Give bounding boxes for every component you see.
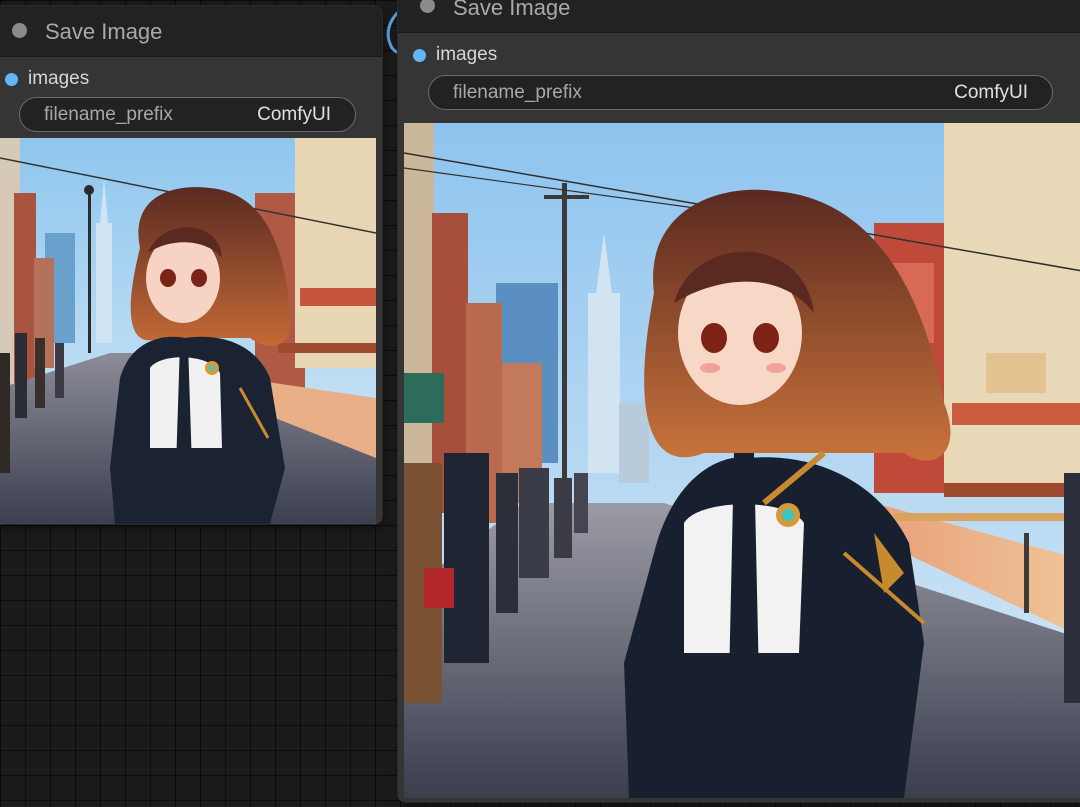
widget-value: ComfyUI [954,82,1028,103]
widget-value: ComfyUI [257,104,331,125]
widget-name-label: filename_prefix [453,82,582,103]
image-preview[interactable] [0,138,376,524]
generated-anime-girl-street-image [404,123,1080,798]
node-title: Save Image [45,19,163,44]
input-slot-label: images [28,68,90,89]
image-preview[interactable] [404,123,1080,798]
input-slot-dot-icon[interactable] [413,49,426,62]
filename-prefix-widget[interactable]: filename_prefix ComfyUI [428,75,1053,110]
collapse-toggle-icon[interactable] [420,0,435,13]
node-title-bar[interactable]: Save Image [398,0,1080,33]
collapse-toggle-icon[interactable] [12,23,27,38]
save-image-node-left[interactable]: Save Image images filename_prefix ComfyU… [0,6,382,524]
node-title-bar[interactable]: Save Image [0,6,382,57]
generated-anime-girl-street-image [0,138,376,524]
node-title: Save Image [453,0,571,20]
input-slot-dot-icon[interactable] [5,73,18,86]
save-image-node-right[interactable]: Save Image images filename_prefix ComfyU… [398,0,1080,802]
input-slot-label: images [436,44,498,65]
graph-canvas[interactable]: Save Image images filename_prefix ComfyU… [0,0,1080,807]
widget-name-label: filename_prefix [44,104,173,125]
filename-prefix-widget[interactable]: filename_prefix ComfyUI [19,97,356,132]
